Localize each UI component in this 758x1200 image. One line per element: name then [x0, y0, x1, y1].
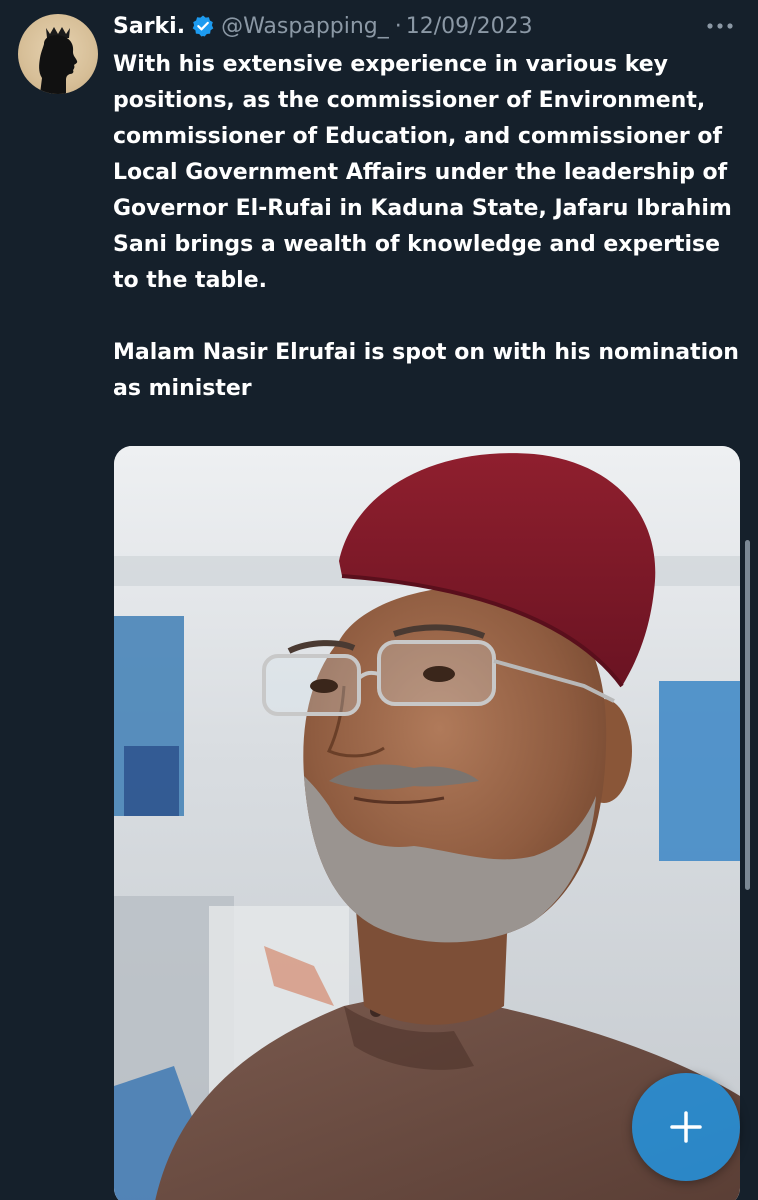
tweet[interactable]: Sarki. @Waspapping_ · 12/09/2023 With hi…	[0, 0, 758, 1200]
avatar[interactable]	[18, 14, 98, 94]
compose-button[interactable]	[632, 1073, 740, 1181]
verified-badge-icon[interactable]	[191, 14, 215, 38]
tweet-date[interactable]: 12/09/2023	[406, 14, 533, 39]
scrollbar[interactable]	[745, 540, 750, 890]
tweet-header: Sarki. @Waspapping_ · 12/09/2023	[113, 6, 533, 46]
plus-icon	[670, 1111, 702, 1143]
avatar-silhouette-icon	[39, 27, 78, 94]
tweet-text: With his extensive experience in various…	[113, 47, 743, 407]
tweet-paragraph: Malam Nasir Elrufai is spot on with his …	[113, 340, 739, 401]
more-options-icon[interactable]	[704, 14, 736, 38]
separator-dot: ·	[394, 13, 402, 39]
author-handle[interactable]: @Waspapping_	[221, 14, 389, 39]
author-display-name[interactable]: Sarki.	[113, 14, 185, 39]
tweet-paragraph: With his extensive experience in various…	[113, 52, 732, 293]
